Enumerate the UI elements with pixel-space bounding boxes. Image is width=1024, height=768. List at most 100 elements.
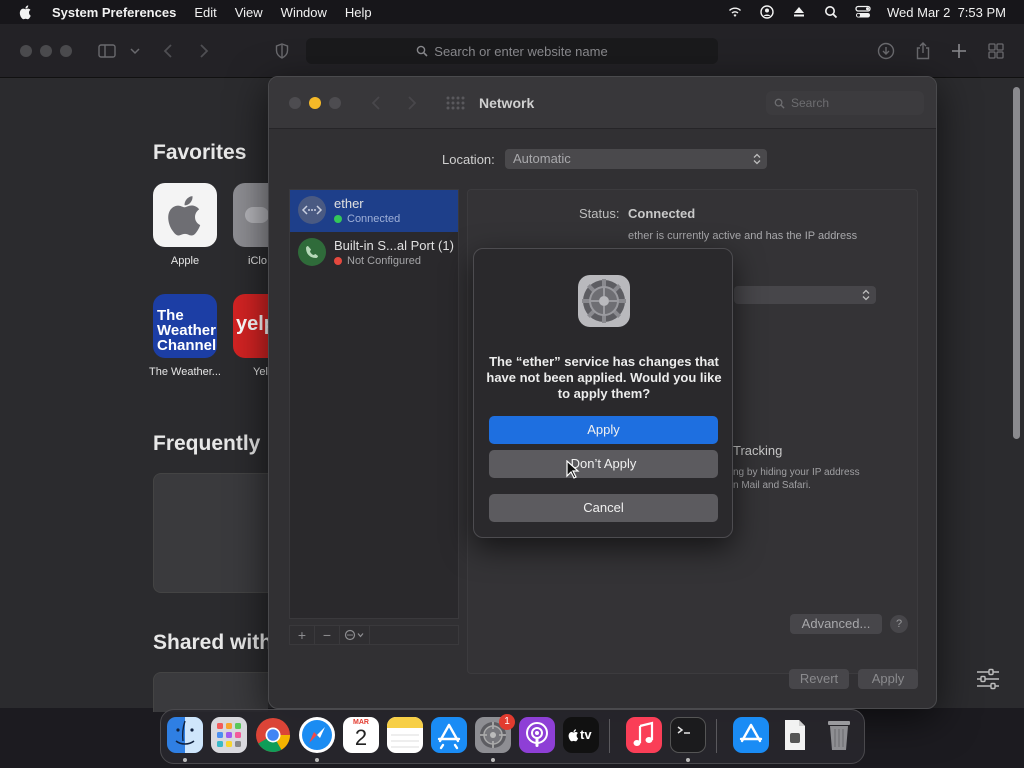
favorite-apple[interactable]: [153, 183, 217, 247]
frequently-visited-card[interactable]: [153, 473, 268, 593]
revert-button[interactable]: Revert: [789, 669, 849, 689]
search-icon: [774, 98, 785, 109]
status-dot-red: [334, 257, 342, 265]
dock-podcasts[interactable]: [519, 717, 555, 753]
dock-document[interactable]: [777, 717, 813, 753]
finder-running-indicator: [183, 758, 187, 762]
ethernet-icon: [298, 196, 326, 224]
location-label: Location:: [442, 152, 495, 167]
safari-compass-icon: [302, 720, 332, 750]
share-icon[interactable]: [913, 41, 933, 61]
menu-edit[interactable]: Edit: [194, 5, 216, 20]
service-status: Connected: [334, 213, 400, 225]
forward-icon[interactable]: [407, 96, 417, 115]
dock-music[interactable]: [626, 717, 662, 753]
service-status-text: Connected: [347, 213, 401, 225]
dock-calendar[interactable]: MAR 2: [343, 717, 379, 753]
system-preferences-running-indicator: [491, 758, 495, 762]
select-arrows-icon: [862, 289, 870, 301]
dialog-apply-button[interactable]: Apply: [489, 416, 718, 444]
eject-icon[interactable]: [791, 4, 807, 20]
back-icon[interactable]: [158, 41, 178, 61]
dock-chrome[interactable]: [255, 717, 291, 753]
dock-notes[interactable]: [387, 717, 423, 753]
icloud-icon: [245, 207, 268, 223]
dock-downloads-stack[interactable]: [733, 717, 769, 753]
dock-terminal[interactable]: [670, 717, 706, 753]
apply-button[interactable]: Apply: [858, 669, 918, 689]
location-value: Automatic: [513, 151, 571, 166]
help-button[interactable]: ?: [890, 615, 908, 633]
privacy-shield-icon[interactable]: [272, 41, 292, 61]
dialog-dont-apply-button[interactable]: Don’t Apply: [489, 450, 718, 478]
zoom-button[interactable]: [329, 97, 341, 109]
limit-ip-tracking-description: ng by hiding your IP address n Mail and …: [733, 467, 860, 491]
menu-view[interactable]: View: [235, 5, 263, 20]
menu-help[interactable]: Help: [345, 5, 372, 20]
shared-with-you-heading: Shared with: [153, 631, 273, 654]
safari-close-button[interactable]: [20, 45, 32, 57]
apple-icon: [168, 196, 201, 236]
favorite-icloud[interactable]: [233, 183, 268, 247]
status-label: Status:: [579, 206, 620, 221]
menu-app-name[interactable]: System Preferences: [52, 5, 176, 20]
service-item-serial-port[interactable]: Built-in S...al Port (1) Not Configured: [290, 232, 458, 274]
safari-zoom-button[interactable]: [60, 45, 72, 57]
remove-service-button[interactable]: −: [315, 626, 340, 644]
service-status-text: Not Configured: [347, 255, 421, 267]
favorite-weather-channel[interactable]: The Weather Channel: [153, 294, 217, 358]
forward-icon[interactable]: [194, 41, 214, 61]
dock-safari[interactable]: [299, 717, 335, 753]
favorites-heading: Favorites: [153, 141, 247, 164]
menubar-clock[interactable]: Wed Mar 2 7:53 PM: [887, 5, 1006, 20]
dock-separator: [609, 719, 610, 753]
wifi-icon[interactable]: [727, 4, 743, 20]
dock-apple-tv[interactable]: tv: [563, 717, 599, 753]
user-icon[interactable]: [759, 4, 775, 20]
dock-trash[interactable]: [821, 717, 857, 753]
window-title: Network: [479, 95, 535, 111]
finder-icon: [175, 717, 203, 753]
control-center-icon[interactable]: [855, 4, 871, 20]
chevron-down-icon[interactable]: [125, 41, 145, 61]
tab-overview-icon[interactable]: [986, 41, 1006, 61]
safari-minimize-button[interactable]: [40, 45, 52, 57]
network-titlebar: Network Search: [269, 77, 936, 129]
add-service-button[interactable]: +: [290, 626, 315, 644]
customize-start-page-icon[interactable]: [974, 665, 1002, 693]
trash-icon: [828, 721, 850, 750]
new-tab-icon[interactable]: [949, 41, 969, 61]
sidebar-icon[interactable]: [97, 41, 117, 61]
search-icon[interactable]: [823, 4, 839, 20]
favorite-yelp[interactable]: yelp: [233, 294, 268, 358]
notification-badge: 1: [499, 714, 515, 730]
document-icon: [785, 720, 805, 750]
menu-window[interactable]: Window: [281, 5, 327, 20]
show-all-grid-icon[interactable]: [445, 95, 465, 116]
dock-launchpad[interactable]: [211, 717, 247, 753]
terminal-icon: [677, 726, 690, 734]
system-preferences-gear-icon: [577, 274, 631, 328]
frequently-visited-heading: Frequently: [153, 432, 261, 455]
favorite-apple-label: Apple: [170, 255, 200, 267]
service-actions-button[interactable]: [340, 626, 370, 644]
calendar-day: 2: [354, 725, 368, 750]
preferences-search-field[interactable]: Search: [766, 91, 924, 115]
shared-card[interactable]: [153, 672, 268, 712]
configure-select[interactable]: [734, 286, 876, 304]
location-select[interactable]: Automatic: [505, 149, 767, 169]
select-arrows-icon: [753, 153, 761, 165]
apple-menu-icon[interactable]: [18, 4, 34, 20]
back-icon[interactable]: [371, 96, 381, 115]
scrollbar[interactable]: [1013, 87, 1020, 439]
downloads-icon[interactable]: [876, 41, 896, 61]
close-button[interactable]: [289, 97, 301, 109]
minimize-button[interactable]: [309, 97, 321, 109]
dialog-cancel-button[interactable]: Cancel: [489, 494, 718, 522]
dock-finder[interactable]: [167, 717, 203, 753]
address-bar[interactable]: Search or enter website name: [306, 38, 718, 64]
service-item-ether[interactable]: ether Connected: [290, 190, 458, 232]
terminal-running-indicator: [686, 758, 690, 762]
dock-app-store[interactable]: [431, 717, 467, 753]
advanced-button[interactable]: Advanced...: [790, 614, 882, 634]
